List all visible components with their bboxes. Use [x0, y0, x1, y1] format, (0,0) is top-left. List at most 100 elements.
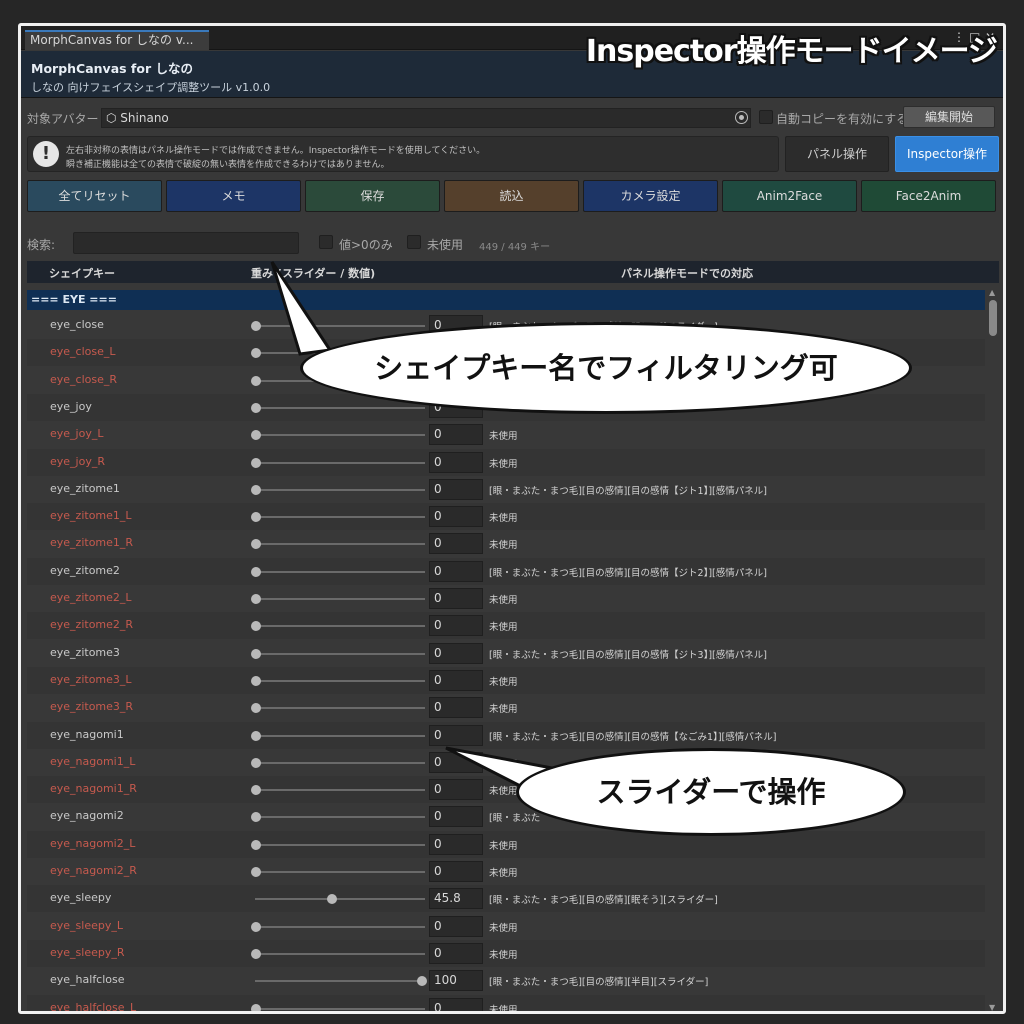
unused-checkbox[interactable]: [407, 235, 421, 249]
weight-slider[interactable]: [255, 843, 425, 846]
weight-slider[interactable]: [255, 598, 425, 600]
action-button-5[interactable]: Anim2Face: [722, 180, 857, 212]
weight-value-field[interactable]: 100: [429, 970, 483, 992]
auto-copy-label: 自動コピーを有効にする: [776, 112, 909, 126]
slider-knob[interactable]: [251, 566, 261, 577]
weight-slider[interactable]: [255, 952, 425, 955]
weight-value-field[interactable]: 0: [429, 642, 483, 664]
weight-slider[interactable]: [255, 570, 425, 573]
slider-knob[interactable]: [251, 921, 261, 932]
action-button-2[interactable]: 保存: [305, 180, 440, 212]
weight-slider[interactable]: [255, 980, 425, 983]
slider-knob[interactable]: [251, 430, 261, 441]
nonzero-checkbox[interactable]: [319, 235, 333, 249]
action-button-3[interactable]: 読込: [444, 180, 579, 212]
weight-slider[interactable]: [255, 488, 425, 491]
weight-slider[interactable]: [255, 434, 425, 437]
weight-value-field[interactable]: 0: [429, 506, 483, 528]
weight-value-field[interactable]: 0: [429, 697, 483, 719]
slider-knob[interactable]: [251, 375, 261, 386]
scroll-up-icon[interactable]: ▲: [989, 288, 995, 297]
action-button-4[interactable]: カメラ設定: [583, 180, 718, 212]
slider-knob[interactable]: [251, 621, 261, 632]
weight-slider[interactable]: [255, 925, 425, 928]
slider-knob[interactable]: [251, 539, 261, 550]
panel-mode-mapping: [眼・まぶた・まつ毛][目の感情][眠そう][スライダー]: [489, 895, 718, 907]
panel-mode-button[interactable]: パネル操作: [785, 136, 889, 172]
weight-slider[interactable]: [255, 734, 425, 737]
slider-knob[interactable]: [251, 948, 261, 959]
weight-slider[interactable]: [255, 898, 425, 901]
slider-knob[interactable]: [251, 703, 261, 714]
weight-slider[interactable]: [255, 816, 425, 819]
slider-knob[interactable]: [251, 457, 261, 468]
slider-knob[interactable]: [251, 839, 261, 850]
slider-knob[interactable]: [327, 894, 338, 905]
weight-slider[interactable]: [255, 652, 425, 655]
weight-value-field[interactable]: 0: [429, 833, 483, 855]
slider-knob[interactable]: [251, 594, 261, 604]
weight-value-field[interactable]: 0: [429, 997, 483, 1011]
tab-morphcanvas[interactable]: MorphCanvas for しなの v...: [25, 30, 209, 50]
slider-knob[interactable]: [251, 757, 261, 768]
auto-copy-checkbox[interactable]: [759, 110, 773, 124]
search-input[interactable]: [73, 232, 299, 254]
weight-slider[interactable]: [255, 871, 425, 873]
weight-value-field[interactable]: 0: [429, 588, 483, 609]
info-message: ! 左右非対称の表情はパネル操作モードでは作成できません。Inspector操作…: [27, 136, 779, 172]
avatar-object-icon: ⬡: [106, 111, 121, 125]
slider-knob[interactable]: [251, 675, 261, 686]
weight-value-field[interactable]: 0: [429, 915, 483, 937]
weight-value-field[interactable]: 0: [429, 478, 483, 500]
slider-knob[interactable]: [417, 976, 427, 987]
weight-slider[interactable]: [255, 679, 425, 682]
weight-slider[interactable]: [255, 516, 425, 519]
weight-value-field[interactable]: 0: [429, 615, 483, 637]
action-button-0[interactable]: 全てリセット: [27, 180, 162, 212]
edit-start-button[interactable]: 編集開始: [903, 106, 995, 128]
panel-mode-mapping: [眼・まぶた・まつ毛][目の感情][目の感情【ジト3】][感情パネル]: [489, 649, 767, 661]
weight-slider[interactable]: [255, 543, 425, 546]
scroll-thumb[interactable]: [989, 300, 997, 336]
shapekey-name: eye_zitome2_L: [50, 591, 132, 604]
weight-value-field[interactable]: 0: [429, 669, 483, 691]
weight-slider[interactable]: [255, 707, 425, 710]
weight-value-field[interactable]: 0: [429, 424, 483, 446]
action-button-1[interactable]: メモ: [166, 180, 301, 212]
weight-slider[interactable]: [255, 1007, 425, 1010]
slider-knob[interactable]: [251, 512, 261, 523]
slider-knob[interactable]: [251, 812, 261, 823]
weight-slider[interactable]: [255, 761, 425, 764]
key-count: 449 / 449 キー: [479, 242, 551, 253]
shapekey-name: eye_joy: [50, 399, 92, 413]
slider-knob[interactable]: [251, 648, 261, 659]
slider-knob[interactable]: [251, 730, 261, 741]
table-row: eye_sleepy_L 0 未使用: [27, 913, 985, 940]
slider-knob[interactable]: [251, 867, 261, 877]
avatar-label: 対象アバター: [27, 112, 99, 126]
table-row: eye_sleepy_R 0 未使用: [27, 939, 985, 967]
weight-slider[interactable]: [255, 625, 425, 628]
weight-value-field[interactable]: 0: [429, 942, 483, 964]
shapekey-name: eye_joy_L: [50, 427, 104, 441]
weight-value-field[interactable]: 0: [429, 861, 483, 882]
avatar-field[interactable]: ⬡ Shinano: [101, 108, 751, 128]
weight-value-field[interactable]: 45.8: [429, 888, 483, 910]
section-header-eye[interactable]: === EYE ===: [27, 290, 985, 310]
slider-knob[interactable]: [251, 484, 261, 495]
scroll-down-icon[interactable]: ▼: [989, 1003, 995, 1011]
weight-value-field[interactable]: 0: [429, 451, 483, 473]
slider-knob[interactable]: [251, 1003, 261, 1011]
weight-value-field[interactable]: 0: [429, 560, 483, 582]
weight-slider[interactable]: [255, 406, 425, 409]
inspector-mode-button[interactable]: Inspector操作: [895, 136, 999, 172]
weight-slider[interactable]: [255, 789, 425, 792]
weight-slider[interactable]: [255, 461, 425, 464]
action-button-6[interactable]: Face2Anim: [861, 180, 996, 212]
scrollbar[interactable]: ▲ ▼: [987, 288, 999, 1011]
weight-value-field[interactable]: 0: [429, 533, 483, 555]
weight-value-field[interactable]: 0: [429, 806, 483, 828]
slider-knob[interactable]: [251, 785, 261, 796]
object-picker-icon[interactable]: [735, 111, 748, 124]
slider-knob[interactable]: [251, 402, 261, 413]
